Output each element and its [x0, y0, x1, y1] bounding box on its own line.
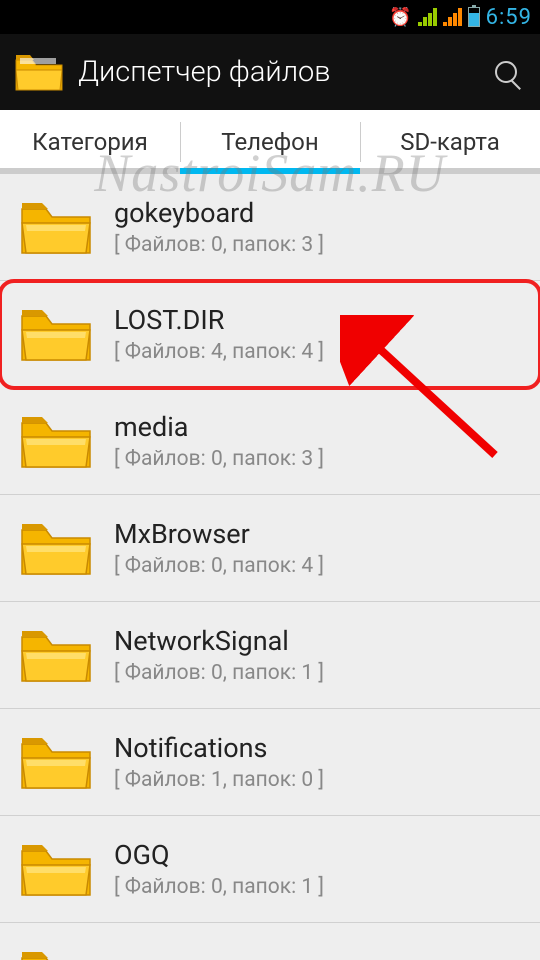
folder-subtitle: [ Файлов: 4, папок: 4 ] — [114, 340, 324, 364]
folder-text: LOST.DIR [ Файлов: 4, папок: 4 ] — [114, 304, 324, 364]
folder-row[interactable]: OpenSignal — [0, 923, 540, 960]
folder-icon — [18, 197, 94, 257]
folder-subtitle: [ Файлов: 0, папок: 4 ] — [114, 554, 324, 578]
folder-name: gokeyboard — [114, 197, 324, 229]
folder-list[interactable]: gokeyboard [ Файлов: 0, папок: 3 ] LOST.D… — [0, 174, 540, 960]
tab-category[interactable]: Категория — [0, 110, 180, 174]
folder-icon — [18, 732, 94, 792]
folder-row[interactable]: LOST.DIR [ Файлов: 4, папок: 4 ] — [0, 281, 540, 388]
app-title: Диспетчер файлов — [78, 55, 472, 89]
folder-row[interactable]: OGQ [ Файлов: 0, папок: 1 ] — [0, 816, 540, 923]
tab-label: Категория — [32, 128, 148, 156]
tab-phone[interactable]: Телефон — [180, 110, 360, 174]
folder-icon — [18, 518, 94, 578]
folder-row[interactable]: media [ Файлов: 0, папок: 3 ] — [0, 388, 540, 495]
search-button[interactable] — [486, 52, 526, 92]
folder-row[interactable]: MxBrowser [ Файлов: 0, папок: 4 ] — [0, 495, 540, 602]
folder-text: MxBrowser [ Файлов: 0, папок: 4 ] — [114, 518, 324, 578]
tab-label: Телефон — [221, 128, 318, 156]
folder-icon — [18, 304, 94, 364]
folder-subtitle: [ Файлов: 0, папок: 3 ] — [114, 447, 324, 471]
folder-name: MxBrowser — [114, 518, 324, 550]
folder-icon — [18, 946, 94, 960]
tab-label: SD-карта — [400, 128, 500, 156]
folder-subtitle: [ Файлов: 1, папок: 0 ] — [114, 768, 324, 792]
status-icons: ⏰ 6:59 — [389, 5, 532, 30]
folder-row[interactable]: gokeyboard [ Файлов: 0, папок: 3 ] — [0, 174, 540, 281]
search-icon — [495, 61, 517, 83]
signal-sim2-icon — [443, 8, 462, 26]
tab-sdcard[interactable]: SD-карта — [360, 110, 540, 174]
folder-icon — [18, 839, 94, 899]
folder-subtitle: [ Файлов: 0, папок: 1 ] — [114, 875, 324, 899]
folder-name: Notifications — [114, 732, 324, 764]
alarm-icon: ⏰ — [389, 7, 411, 28]
folder-text: media [ Файлов: 0, папок: 3 ] — [114, 411, 324, 471]
app-folder-icon — [14, 52, 64, 92]
status-clock: 6:59 — [486, 5, 532, 30]
folder-text: NetworkSignal [ Файлов: 0, папок: 1 ] — [114, 625, 324, 685]
folder-text: gokeyboard [ Файлов: 0, папок: 3 ] — [114, 197, 324, 257]
folder-text: Notifications [ Файлов: 1, папок: 0 ] — [114, 732, 324, 792]
folder-name: media — [114, 411, 324, 443]
status-bar: ⏰ 6:59 — [0, 0, 540, 34]
app-header: Диспетчер файлов — [0, 34, 540, 110]
folder-row[interactable]: NetworkSignal [ Файлов: 0, папок: 1 ] — [0, 602, 540, 709]
folder-subtitle: [ Файлов: 0, папок: 1 ] — [114, 661, 324, 685]
tabs: Категория Телефон SD-карта — [0, 110, 540, 174]
folder-subtitle: [ Файлов: 0, папок: 3 ] — [114, 233, 324, 257]
folder-name: LOST.DIR — [114, 304, 324, 336]
folder-row[interactable]: Notifications [ Файлов: 1, папок: 0 ] — [0, 709, 540, 816]
folder-icon — [18, 411, 94, 471]
folder-text: OGQ [ Файлов: 0, папок: 1 ] — [114, 839, 324, 899]
folder-name: NetworkSignal — [114, 625, 324, 657]
signal-sim1-icon — [418, 8, 437, 26]
battery-icon — [468, 7, 480, 27]
folder-name: OGQ — [114, 839, 324, 871]
folder-icon — [18, 625, 94, 685]
